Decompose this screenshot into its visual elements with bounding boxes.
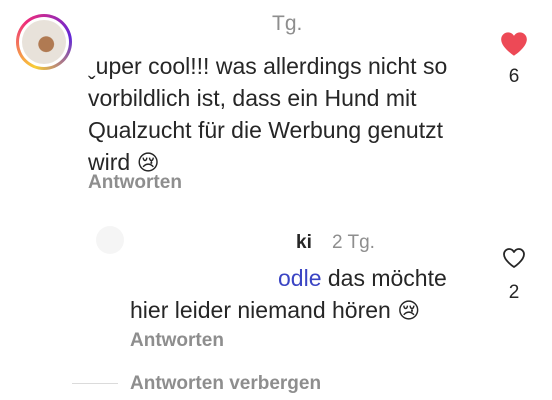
comment-body: hier leider niemand hören	[130, 297, 391, 323]
reply-button[interactable]: Antworten	[130, 330, 224, 352]
comment-text: ˬuper cool!!! was allerdings nicht so vo…	[88, 50, 488, 180]
comment-body: das möchte	[321, 265, 447, 291]
comment-timestamp: 2 Tg.	[332, 232, 375, 253]
avatar[interactable]	[96, 226, 124, 254]
avatar-frame	[19, 17, 69, 67]
comment-line: odle das möchte	[130, 262, 490, 294]
like-count: 2	[508, 282, 520, 303]
like-count: 6	[508, 66, 520, 87]
reply-button[interactable]: Antworten	[88, 172, 182, 194]
avatar-story-ring[interactable]	[16, 14, 72, 70]
comment-text: odle das möchte hier leider niemand höre…	[130, 262, 490, 328]
user-mention-link[interactable]: odle	[278, 265, 321, 291]
username[interactable]: ki	[296, 232, 312, 254]
crying-face-emoji: 😢	[397, 299, 421, 324]
thread-divider	[72, 383, 118, 384]
avatar	[22, 20, 66, 64]
comment-timestamp: Tg.	[272, 12, 303, 35]
username[interactable]	[88, 8, 158, 30]
comment-line: hier leider niemand hören 😢	[130, 294, 490, 328]
hide-replies-button[interactable]: Antworten verbergen	[130, 373, 321, 395]
heart-outline-icon[interactable]	[502, 247, 526, 269]
heart-filled-icon[interactable]	[500, 31, 528, 57]
